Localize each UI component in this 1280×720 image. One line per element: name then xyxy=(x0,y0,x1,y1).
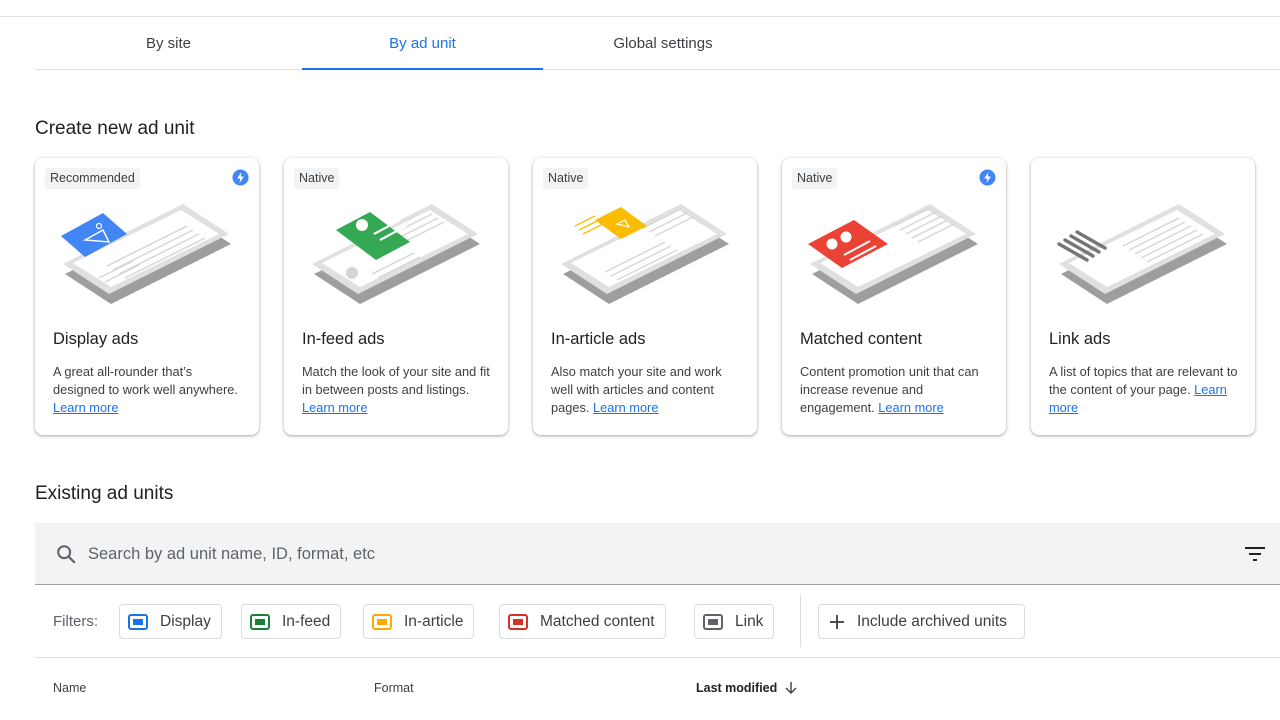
filter-chip-link[interactable]: Link xyxy=(694,604,775,639)
card-badge: Native xyxy=(792,168,838,189)
last-modified-label: Last modified xyxy=(696,681,778,695)
tab-global-settings[interactable]: Global settings xyxy=(543,17,783,69)
tab-by-ad-unit-label: By ad unit xyxy=(389,34,456,52)
filter-chip-in-feed[interactable]: In-feed xyxy=(241,604,342,639)
card-display-ads[interactable]: Recommended Display ads A great all-roun… xyxy=(35,158,259,435)
filter-chip-label: In-feed xyxy=(282,612,331,630)
filters-row: Filters: Display In-feed In-article Matc… xyxy=(35,586,1280,658)
column-header-last-modified[interactable]: Last modified xyxy=(696,681,798,695)
learn-more-link[interactable]: Learn more xyxy=(878,400,943,415)
card-badge: Native xyxy=(294,168,340,189)
in-article-ad-illustration xyxy=(561,204,729,304)
link-ad-illustration xyxy=(1057,204,1227,304)
search-input[interactable] xyxy=(88,542,1188,566)
filters-label: Filters: xyxy=(53,613,98,630)
filter-chip-display[interactable]: Display xyxy=(119,604,222,639)
card-description-text: A great all-rounder that’s designed to w… xyxy=(53,364,238,397)
card-badge: Native xyxy=(543,168,589,189)
include-archived-button[interactable]: Include archived units xyxy=(818,604,1025,639)
link-format-icon xyxy=(703,613,723,630)
matched-content-illustration xyxy=(808,204,978,304)
tab-by-site[interactable]: By site xyxy=(35,17,302,69)
card-title: Matched content xyxy=(800,330,922,348)
learn-more-link[interactable]: Learn more xyxy=(593,400,658,415)
column-header-format[interactable]: Format xyxy=(374,681,414,695)
filter-chip-in-article[interactable]: In-article xyxy=(363,604,475,639)
card-link-ads[interactable]: Link ads A list of topics that are relev… xyxy=(1031,158,1255,435)
plus-icon xyxy=(830,614,844,629)
tab-by-ad-unit[interactable]: By ad unit xyxy=(302,17,543,70)
filter-chip-label: Matched content xyxy=(540,612,655,630)
card-in-feed-ads[interactable]: Native In-feed ads Match the look of you… xyxy=(284,158,508,435)
card-title: Link ads xyxy=(1049,330,1111,348)
card-badge: Recommended xyxy=(45,168,140,189)
card-description: A list of topics that are relevant to th… xyxy=(1049,363,1239,417)
learn-more-link[interactable]: Learn more xyxy=(53,400,118,415)
create-section-title: Create new ad unit xyxy=(35,118,195,139)
card-in-article-ads[interactable]: Native In-article ads Also match your si… xyxy=(533,158,757,435)
include-archived-label: Include archived units xyxy=(857,612,1007,630)
learn-more-link[interactable]: Learn more xyxy=(302,400,367,415)
bolt-icon xyxy=(979,169,996,186)
display-ad-illustration xyxy=(61,204,231,304)
existing-section-title: Existing ad units xyxy=(35,483,174,504)
card-description-text: Match the look of your site and fit in b… xyxy=(302,364,490,397)
bolt-icon xyxy=(232,169,249,186)
display-format-icon xyxy=(128,613,148,630)
search-icon[interactable] xyxy=(55,543,77,565)
card-description: Content promotion unit that can increase… xyxy=(800,363,990,417)
table-header: Name Format Last modified xyxy=(35,659,1280,720)
in-feed-ad-illustration xyxy=(312,204,480,304)
card-description: A great all-rounder that’s designed to w… xyxy=(53,363,243,417)
filter-chip-matched-content[interactable]: Matched content xyxy=(499,604,666,639)
card-matched-content[interactable]: Native Matched content Content promotion… xyxy=(782,158,1006,435)
arrow-down-icon xyxy=(785,682,797,694)
active-tab-indicator xyxy=(302,68,543,70)
card-description: Match the look of your site and fit in b… xyxy=(302,363,492,417)
filter-chip-label: Display xyxy=(160,612,211,630)
filter-chip-label: Link xyxy=(735,612,764,630)
card-title: In-article ads xyxy=(551,330,646,348)
filter-list-icon[interactable] xyxy=(1244,544,1266,564)
matched-content-format-icon xyxy=(508,613,528,630)
in-feed-format-icon xyxy=(250,613,270,630)
in-article-format-icon xyxy=(372,613,392,630)
card-title: Display ads xyxy=(53,330,139,348)
tab-bar: By site By ad unit Global settings xyxy=(35,17,1280,70)
card-title: In-feed ads xyxy=(302,330,385,348)
card-description: Also match your site and work well with … xyxy=(551,363,741,417)
filters-divider xyxy=(800,595,801,647)
column-header-name[interactable]: Name xyxy=(53,681,86,695)
filter-chip-label: In-article xyxy=(404,612,464,630)
search-bar xyxy=(35,523,1280,585)
